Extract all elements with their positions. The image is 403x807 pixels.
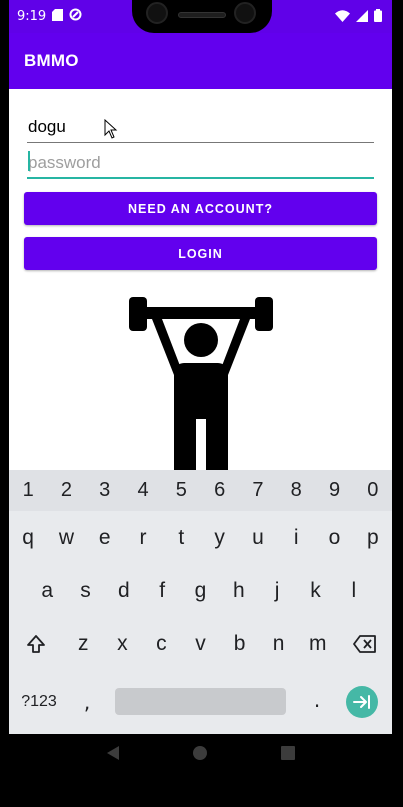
key-n[interactable]: n: [259, 632, 298, 656]
key-t[interactable]: t: [162, 526, 200, 550]
key-x[interactable]: x: [103, 632, 142, 656]
text-caret: [28, 151, 30, 171]
keyboard-bottom-row: ?123 , .: [9, 670, 392, 734]
key-p[interactable]: p: [354, 526, 392, 550]
backspace-icon[interactable]: [337, 634, 392, 653]
key-z[interactable]: z: [64, 632, 103, 656]
battery-icon: [374, 7, 382, 26]
recents-icon[interactable]: [281, 745, 296, 764]
key-0[interactable]: 0: [354, 479, 392, 502]
key-4[interactable]: 4: [124, 479, 162, 502]
key-g[interactable]: g: [181, 579, 219, 603]
status-time: 9:19: [17, 9, 47, 24]
soft-keyboard: 1 2 3 4 5 6 7 8 9 0 q w e r t y u i o p …: [9, 470, 392, 734]
key-c[interactable]: c: [142, 632, 181, 656]
shift-icon[interactable]: [9, 634, 64, 654]
key-d[interactable]: d: [105, 579, 143, 603]
key-o[interactable]: o: [315, 526, 353, 550]
camera-notch: [132, 0, 272, 33]
symbols-key[interactable]: ?123: [9, 693, 69, 711]
username-field[interactable]: [27, 107, 374, 143]
login-button[interactable]: LOGIN: [24, 237, 377, 270]
key-2[interactable]: 2: [47, 479, 85, 502]
login-screen: NEED AN ACCOUNT? LOGIN: [9, 89, 392, 470]
key-b[interactable]: b: [220, 632, 259, 656]
keyboard-row-2: a s d f g h j k l: [9, 564, 392, 617]
key-e[interactable]: e: [86, 526, 124, 550]
key-f[interactable]: f: [143, 579, 181, 603]
key-j[interactable]: j: [258, 579, 296, 603]
key-u[interactable]: u: [239, 526, 277, 550]
key-i[interactable]: i: [277, 526, 315, 550]
wifi-icon: [335, 7, 350, 26]
key-1[interactable]: 1: [9, 479, 47, 502]
key-h[interactable]: h: [220, 579, 258, 603]
need-account-button[interactable]: NEED AN ACCOUNT?: [24, 192, 377, 225]
key-9[interactable]: 9: [315, 479, 353, 502]
navigation-bar: [9, 734, 392, 775]
signal-icon: [356, 7, 368, 26]
sd-card-icon: [52, 8, 64, 25]
home-icon[interactable]: [193, 745, 208, 764]
weightlifter-icon: [126, 295, 276, 470]
username-input[interactable]: [27, 107, 374, 143]
key-6[interactable]: 6: [200, 479, 238, 502]
key-k[interactable]: k: [296, 579, 334, 603]
enter-icon[interactable]: [346, 686, 378, 718]
app-bar: BMMO: [9, 33, 392, 89]
key-3[interactable]: 3: [86, 479, 124, 502]
key-v[interactable]: v: [181, 632, 220, 656]
key-q[interactable]: q: [9, 526, 47, 550]
keyboard-row-3: z x c v b n m: [9, 617, 392, 670]
app-title: BMMO: [24, 51, 79, 70]
key-y[interactable]: y: [200, 526, 238, 550]
key-m[interactable]: m: [298, 632, 337, 656]
comma-key[interactable]: ,: [69, 690, 105, 714]
key-a[interactable]: a: [28, 579, 66, 603]
key-s[interactable]: s: [66, 579, 104, 603]
password-field[interactable]: [27, 143, 374, 179]
mouse-cursor-icon: [104, 118, 118, 143]
key-r[interactable]: r: [124, 526, 162, 550]
password-input[interactable]: [27, 143, 374, 179]
key-5[interactable]: 5: [162, 479, 200, 502]
period-key[interactable]: .: [307, 688, 327, 712]
key-8[interactable]: 8: [277, 479, 315, 502]
sync-icon: [69, 8, 82, 25]
key-7[interactable]: 7: [239, 479, 277, 502]
keyboard-row-1: q w e r t y u i o p: [9, 511, 392, 564]
back-icon[interactable]: [106, 745, 120, 765]
key-w[interactable]: w: [47, 526, 85, 550]
key-l[interactable]: l: [335, 579, 373, 603]
space-key[interactable]: [115, 688, 286, 715]
keyboard-number-row: 1 2 3 4 5 6 7 8 9 0: [9, 470, 392, 511]
